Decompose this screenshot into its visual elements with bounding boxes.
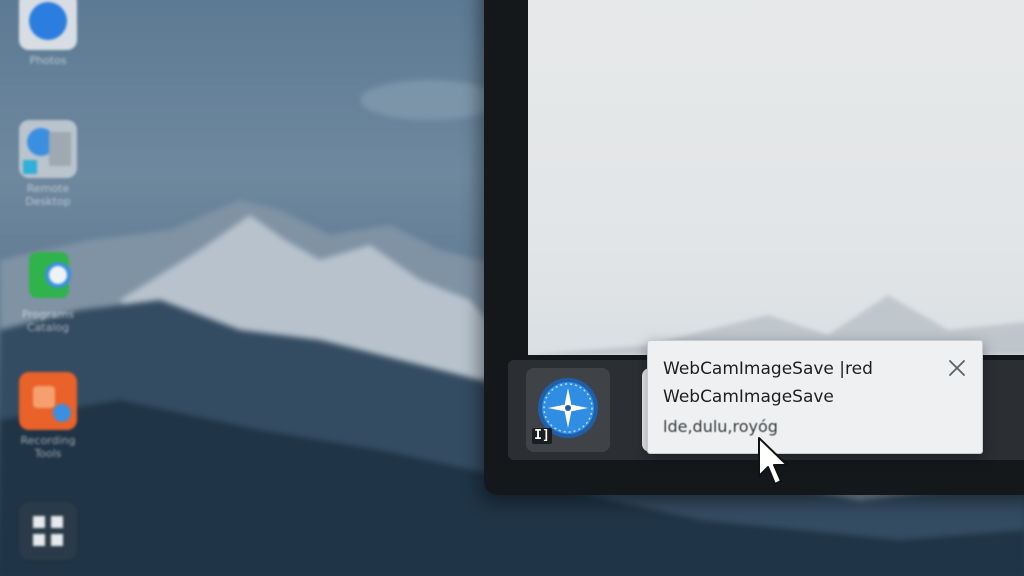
desktop-icon-label: Recording Tools xyxy=(20,434,76,460)
taskbar-badge: I] xyxy=(532,428,552,444)
programs-icon xyxy=(19,246,77,304)
notification-body: lde,dulu,royóg xyxy=(663,417,778,436)
desktop-icon-label: Photos xyxy=(29,54,67,67)
apps-grid-icon xyxy=(19,502,77,560)
photos-icon xyxy=(19,0,77,50)
notification-toast[interactable]: WebCamImageSave |red WebCamImageSave lde… xyxy=(647,340,983,454)
desktop-icon-programs[interactable]: Programs Catalog xyxy=(10,246,86,334)
notification-title: WebCamImageSave |red xyxy=(663,359,873,379)
desktop-icon-apps[interactable] xyxy=(10,502,86,560)
mouse-cursor-icon xyxy=(758,437,788,485)
close-icon[interactable] xyxy=(946,357,968,379)
notification-app-name: WebCamImageSave xyxy=(663,387,834,407)
desktop-icon-remote-desktop[interactable]: Remote Desktop xyxy=(10,120,86,208)
remote-desktop-icon xyxy=(19,120,77,178)
desktop-icon-label: Programs Catalog xyxy=(21,308,75,334)
desktop-icon-recording[interactable]: Recording Tools xyxy=(10,372,86,460)
recording-icon xyxy=(19,372,77,430)
taskbar-item-compass[interactable]: I] xyxy=(526,368,610,452)
desktop-icon-label: Remote Desktop xyxy=(25,182,71,208)
window-content xyxy=(528,0,1024,355)
desktop-icon-photos[interactable]: Photos xyxy=(10,0,86,67)
